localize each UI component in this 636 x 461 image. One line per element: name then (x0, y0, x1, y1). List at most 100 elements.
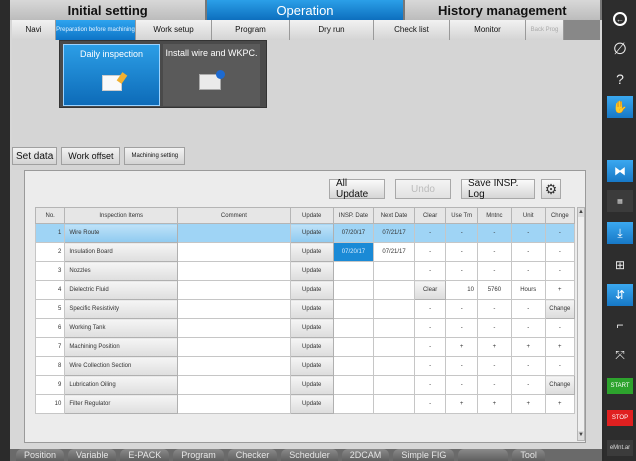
item-button[interactable]: Lubrication Oiling (64, 375, 179, 395)
table-row[interactable]: 9 Lubrication Oiling Update - - - - Change (34, 375, 576, 395)
item-button[interactable]: Wire Route (64, 223, 179, 243)
daily-inspection-button[interactable]: Daily inspection (63, 44, 160, 106)
table-row[interactable]: 2 Insulation Board Update 07/20/17 07/21/17-… (34, 242, 576, 262)
all-update-button[interactable]: All Update (329, 178, 385, 200)
table-row[interactable]: 1 Wire Route Update 07/20/17 07/21/17- - - - - (34, 223, 576, 243)
work-offset-button[interactable]: Work offset (61, 147, 121, 165)
set-data-button[interactable]: Set data (12, 147, 58, 165)
update-button[interactable]: Update (289, 261, 334, 281)
tab-operation[interactable]: Operation (207, 0, 405, 20)
update-button[interactable]: Update (289, 318, 334, 338)
comment-cell[interactable] (177, 223, 291, 243)
comment-cell[interactable] (177, 299, 291, 319)
update-button[interactable]: Update (289, 280, 334, 300)
item-button[interactable]: Specific Resistivity (64, 299, 179, 319)
gear-icon[interactable]: ⚙ (541, 179, 561, 199)
axis-icon[interactable]: ⧓ (607, 160, 633, 182)
emnt-button[interactable]: eMnt.ar (607, 440, 633, 456)
subtab-check-list[interactable]: Check list (374, 20, 450, 40)
table-row[interactable]: 10 Filter Regulator Update - + + + + (34, 394, 576, 414)
bottom-simple-fig[interactable]: Simple FIG (393, 449, 455, 461)
subtab-back-prog[interactable]: Back Prog (526, 20, 564, 40)
comment-cell[interactable] (177, 261, 291, 281)
bottom-scheduler[interactable]: Scheduler (281, 449, 338, 461)
item-button[interactable]: Insulation Board (64, 242, 179, 262)
bottom-tool[interactable]: Tool (512, 449, 545, 461)
comment-cell[interactable] (177, 280, 291, 300)
subtab-preparation[interactable]: Preparation before machining (56, 20, 136, 40)
bottom-blank[interactable] (458, 449, 509, 461)
item-button[interactable]: Machining Position (64, 337, 179, 357)
clear-cell[interactable]: Clear (413, 280, 447, 300)
table-row[interactable]: 8 Wire Collection Section Update - - - - - (34, 356, 576, 376)
item-button[interactable]: Nozzles (64, 261, 179, 281)
update-button[interactable]: Update (289, 223, 334, 243)
change-cell[interactable]: Change (544, 299, 576, 319)
comment-cell[interactable] (177, 337, 291, 357)
change-cell[interactable]: Change (544, 375, 576, 395)
mode-area: Daily inspection Install wire and WKPC. … (12, 40, 600, 170)
table-row[interactable]: 7 Machining Position Update - + + + + (34, 337, 576, 357)
cross-icon[interactable]: ⤧ (607, 344, 633, 366)
col-update: Update (289, 207, 334, 224)
bottom-checker[interactable]: Checker (227, 449, 278, 461)
table-row[interactable]: 5 Specific Resistivity Update - - - - Change (34, 299, 576, 319)
comment-cell[interactable] (177, 242, 291, 262)
subtab-work-setup[interactable]: Work setup (136, 20, 212, 40)
comment-cell[interactable] (177, 394, 291, 414)
stop-button[interactable]: STOP (607, 410, 633, 426)
cancel-icon[interactable]: ∅ (607, 38, 633, 60)
table-row[interactable]: 3 Nozzles Update - - - - - (34, 261, 576, 281)
col-use: Use Tm (445, 207, 478, 224)
scroll-up-icon[interactable]: ▲ (578, 208, 584, 217)
save-insp-log-button[interactable]: Save INSP. Log (461, 178, 535, 200)
item-button[interactable]: Filter Regulator (64, 394, 179, 414)
subtab-dry-run[interactable]: Dry run (290, 20, 374, 40)
bottom-position[interactable]: Position (16, 449, 65, 461)
update-button[interactable]: Update (289, 375, 334, 395)
insp-date-cell (332, 261, 375, 281)
undo-button[interactable]: Undo (395, 179, 451, 199)
update-button[interactable]: Update (289, 356, 334, 376)
help-icon[interactable]: ? (607, 68, 633, 90)
scroll-down-icon[interactable]: ▼ (578, 431, 584, 440)
insp-date-cell (332, 356, 375, 376)
tab-history-management[interactable]: History management (404, 0, 602, 20)
hand-icon[interactable]: ✋ (607, 96, 633, 118)
subtab-program[interactable]: Program (212, 20, 290, 40)
item-button[interactable]: Dielectric Fluid (64, 280, 179, 300)
use-time-cell: 10 (445, 280, 478, 300)
back-icon[interactable]: ← (607, 8, 633, 30)
comment-cell[interactable] (177, 375, 291, 395)
table-row[interactable]: 4 Dielectric Fluid Update Clear 10 5760 Hours + (34, 280, 576, 300)
maintenance-cell: 5760 (476, 280, 512, 300)
update-button[interactable]: Update (289, 337, 334, 357)
comment-cell[interactable] (177, 318, 291, 338)
subtab-monitor[interactable]: Monitor (450, 20, 526, 40)
bottom-2dcam[interactable]: 2DCAM (341, 449, 390, 461)
table-row[interactable]: 6 Working Tank Update - - - - - (34, 318, 576, 338)
next-date-cell (373, 337, 415, 357)
setup-icon[interactable]: ▦ (607, 190, 633, 212)
corner-icon[interactable]: ⌐ (607, 314, 633, 336)
use-time-cell: + (445, 394, 478, 414)
wire-icon[interactable]: ⇵ (607, 284, 633, 306)
item-button[interactable]: Wire Collection Section (64, 356, 179, 376)
update-button[interactable]: Update (289, 242, 334, 262)
table-scrollbar[interactable]: ▲ ▼ (577, 207, 585, 441)
machining-setting-button[interactable]: Machining setting (124, 147, 186, 165)
update-button[interactable]: Update (289, 394, 334, 414)
item-button[interactable]: Working Tank (64, 318, 179, 338)
move-icon[interactable]: ⤓ (607, 222, 633, 244)
tab-initial-setting[interactable]: Initial setting (10, 0, 208, 20)
bottom-epack[interactable]: E-PACK (120, 449, 170, 461)
bottom-program[interactable]: Program (173, 449, 224, 461)
start-button[interactable]: START (607, 378, 633, 394)
subtab-navi[interactable]: Navi (12, 20, 56, 40)
grid-icon[interactable]: ⊞ (607, 254, 633, 276)
comment-cell[interactable] (177, 356, 291, 376)
update-button[interactable]: Update (289, 299, 334, 319)
bottom-variable[interactable]: Variable (68, 449, 117, 461)
install-wire-button[interactable]: Install wire and WKPC. (163, 44, 260, 106)
change-cell: + (544, 394, 576, 414)
